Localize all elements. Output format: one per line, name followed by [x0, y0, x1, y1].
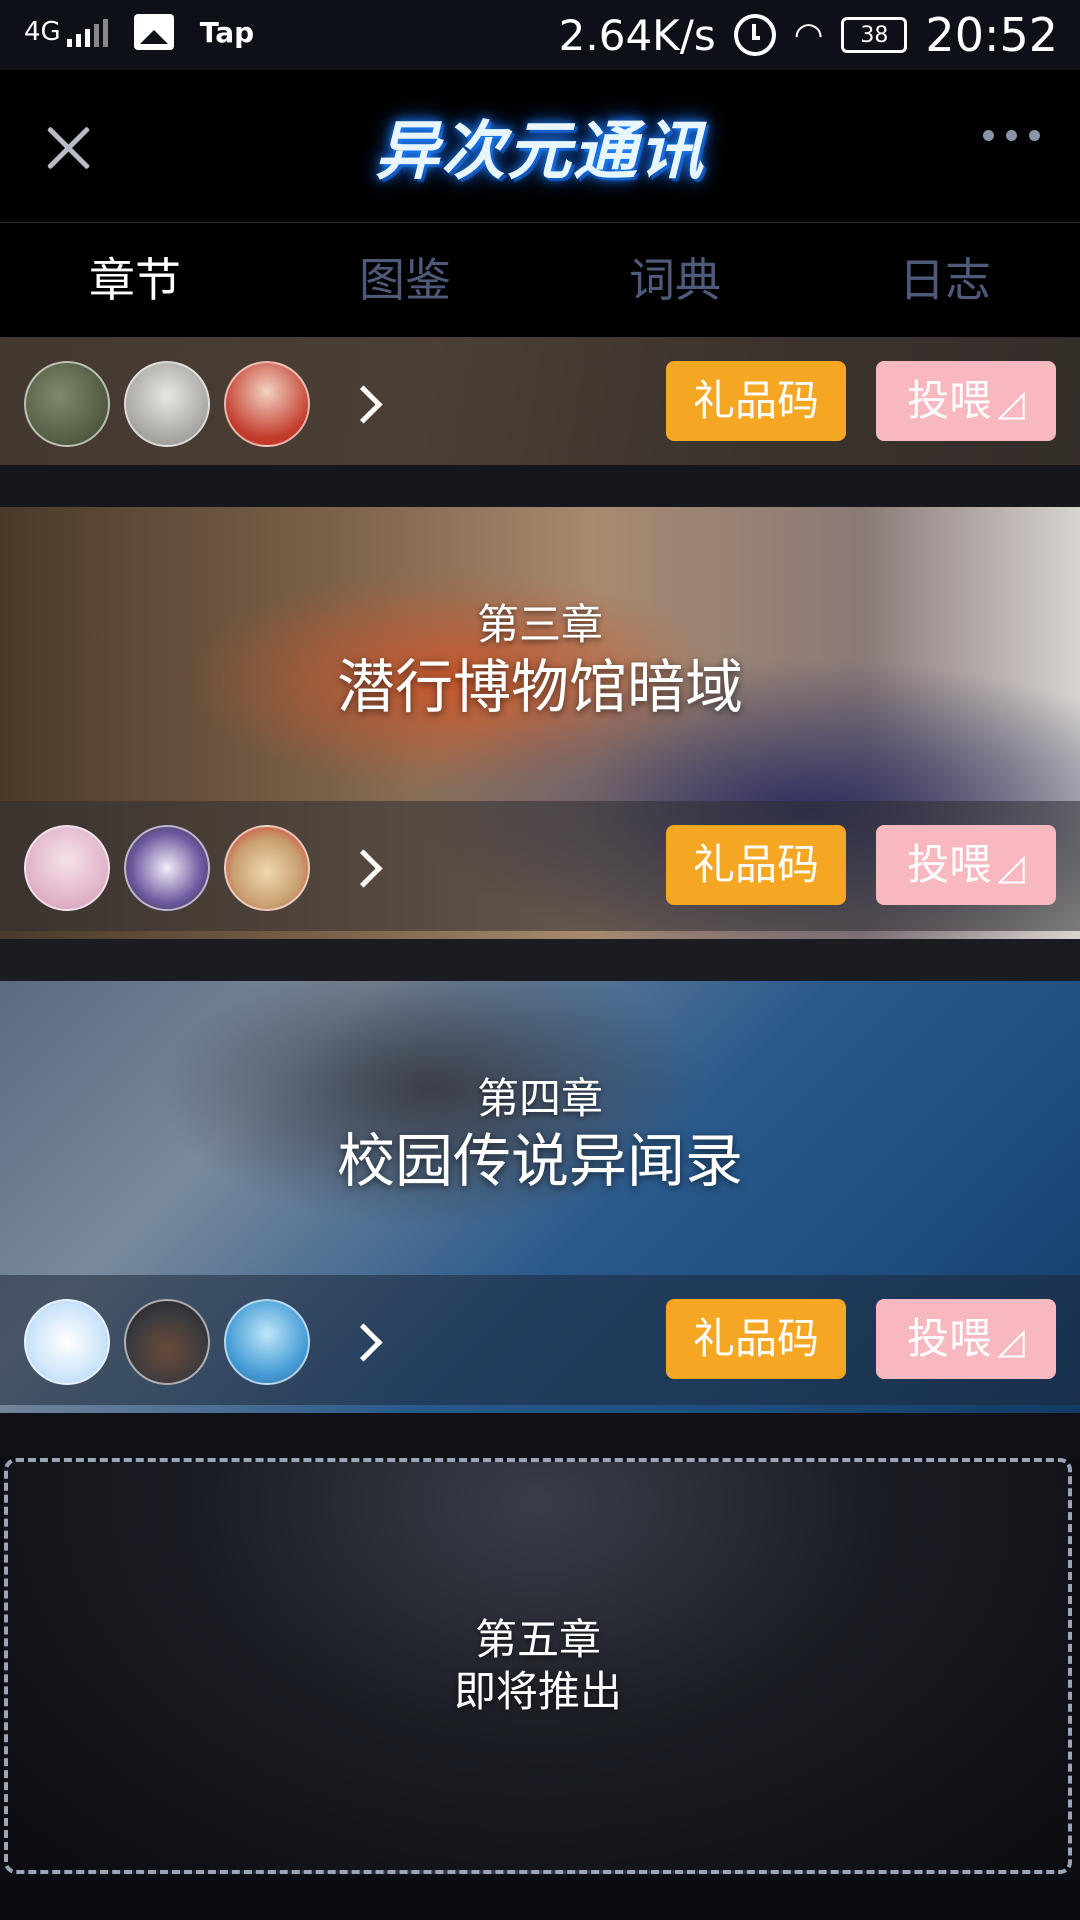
- cake-icon: ◿: [997, 383, 1025, 424]
- tab-gallery[interactable]: 图鉴: [270, 223, 540, 337]
- battery-level: 38: [860, 22, 889, 48]
- section-divider: [0, 939, 1080, 981]
- avatar: [24, 361, 110, 447]
- chapter-number: 第五章: [474, 1615, 601, 1664]
- chapter-card-5-coming-soon: 第五章 即将推出: [4, 1458, 1072, 1874]
- gift-code-label: 礼品码: [692, 376, 819, 425]
- chevron-right-icon[interactable]: [344, 1322, 383, 1362]
- chapter-card-3[interactable]: 第三章 潜行博物馆暗域 礼品码 投喂 ◿: [0, 507, 1080, 939]
- feed-label: 投喂: [907, 376, 992, 425]
- gift-code-label: 礼品码: [692, 1314, 819, 1363]
- section-divider: [0, 465, 1080, 507]
- clock: 20:52: [925, 8, 1058, 62]
- image-notification-icon: [133, 14, 174, 50]
- tab-chapters[interactable]: 章节: [0, 223, 270, 337]
- avatar: [24, 825, 110, 911]
- cake-icon: ◿: [997, 847, 1025, 888]
- avatar: [124, 361, 210, 447]
- cake-icon: ◿: [997, 1321, 1025, 1362]
- coming-soon-label: 即将推出: [453, 1667, 622, 1716]
- feed-button[interactable]: 投喂 ◿: [876, 361, 1056, 441]
- chapter-3-title: 第三章 潜行博物馆暗域: [0, 599, 1080, 723]
- chapter-card-2[interactable]: 礼品码 投喂 ◿: [0, 337, 1080, 465]
- supporter-avatars[interactable]: [24, 825, 383, 911]
- chapter-number: 第三章: [476, 600, 603, 649]
- chapter-number: 第四章: [476, 1074, 603, 1123]
- app-root: 4G Tap 2.64K/s ◠ 38 20:52 异次元通讯 章节 图鉴 词典…: [0, 0, 1080, 1920]
- gift-code-button[interactable]: 礼品码: [666, 1299, 846, 1379]
- supporter-avatars[interactable]: [24, 1299, 383, 1385]
- chapter-3-actionbar: 礼品码 投喂 ◿: [0, 801, 1080, 931]
- avatar: [124, 1299, 210, 1385]
- section-divider: [0, 1413, 1080, 1458]
- battery-icon: 38: [841, 17, 908, 53]
- signal-bars-icon: [66, 19, 108, 47]
- network-type: 4G: [24, 17, 61, 47]
- avatar: [224, 361, 310, 447]
- bottom-background: [0, 1880, 1080, 1920]
- app-logo: 异次元通讯: [375, 115, 705, 189]
- signal-indicator: 4G: [24, 17, 108, 47]
- feed-label: 投喂: [907, 1314, 992, 1363]
- wifi-icon: ◠: [793, 15, 824, 55]
- app-header: 异次元通讯: [0, 70, 1080, 223]
- avatar: [224, 825, 310, 911]
- feed-button[interactable]: 投喂 ◿: [876, 825, 1056, 905]
- chevron-right-icon[interactable]: [344, 848, 383, 888]
- close-icon[interactable]: [40, 118, 96, 174]
- feed-button[interactable]: 投喂 ◿: [876, 1299, 1056, 1379]
- avatar: [224, 1299, 310, 1385]
- chevron-right-icon[interactable]: [344, 384, 383, 424]
- chapter-4-actionbar: 礼品码 投喂 ◿: [0, 1275, 1080, 1405]
- chapter-4-title: 第四章 校园传说异闻录: [0, 1073, 1080, 1197]
- gift-code-label: 礼品码: [692, 840, 819, 889]
- chapter-name: 校园传说异闻录: [336, 1127, 743, 1195]
- avatar: [124, 825, 210, 911]
- network-speed: 2.64K/s: [558, 10, 716, 60]
- feed-label: 投喂: [907, 840, 992, 889]
- tab-dictionary[interactable]: 词典: [540, 223, 810, 337]
- chapter-name: 潜行博物馆暗域: [336, 653, 743, 721]
- gift-code-button[interactable]: 礼品码: [666, 825, 846, 905]
- chapter-5-title: 第五章 即将推出: [8, 1614, 1068, 1718]
- gift-code-button[interactable]: 礼品码: [666, 361, 846, 441]
- notification-app-name: Tap: [199, 15, 255, 49]
- avatar: [24, 1299, 110, 1385]
- supporter-avatars[interactable]: [24, 361, 383, 447]
- tab-bar: 章节 图鉴 词典 日志: [0, 223, 1080, 337]
- alarm-icon: [733, 14, 776, 56]
- more-options-icon[interactable]: [983, 130, 1040, 141]
- chapter-2-actionbar: 礼品码 投喂 ◿: [0, 337, 1080, 465]
- chapter-card-4[interactable]: 第四章 校园传说异闻录 礼品码 投喂 ◿: [0, 981, 1080, 1413]
- status-bar: 4G Tap 2.64K/s ◠ 38 20:52: [0, 0, 1080, 70]
- tab-log[interactable]: 日志: [810, 223, 1080, 337]
